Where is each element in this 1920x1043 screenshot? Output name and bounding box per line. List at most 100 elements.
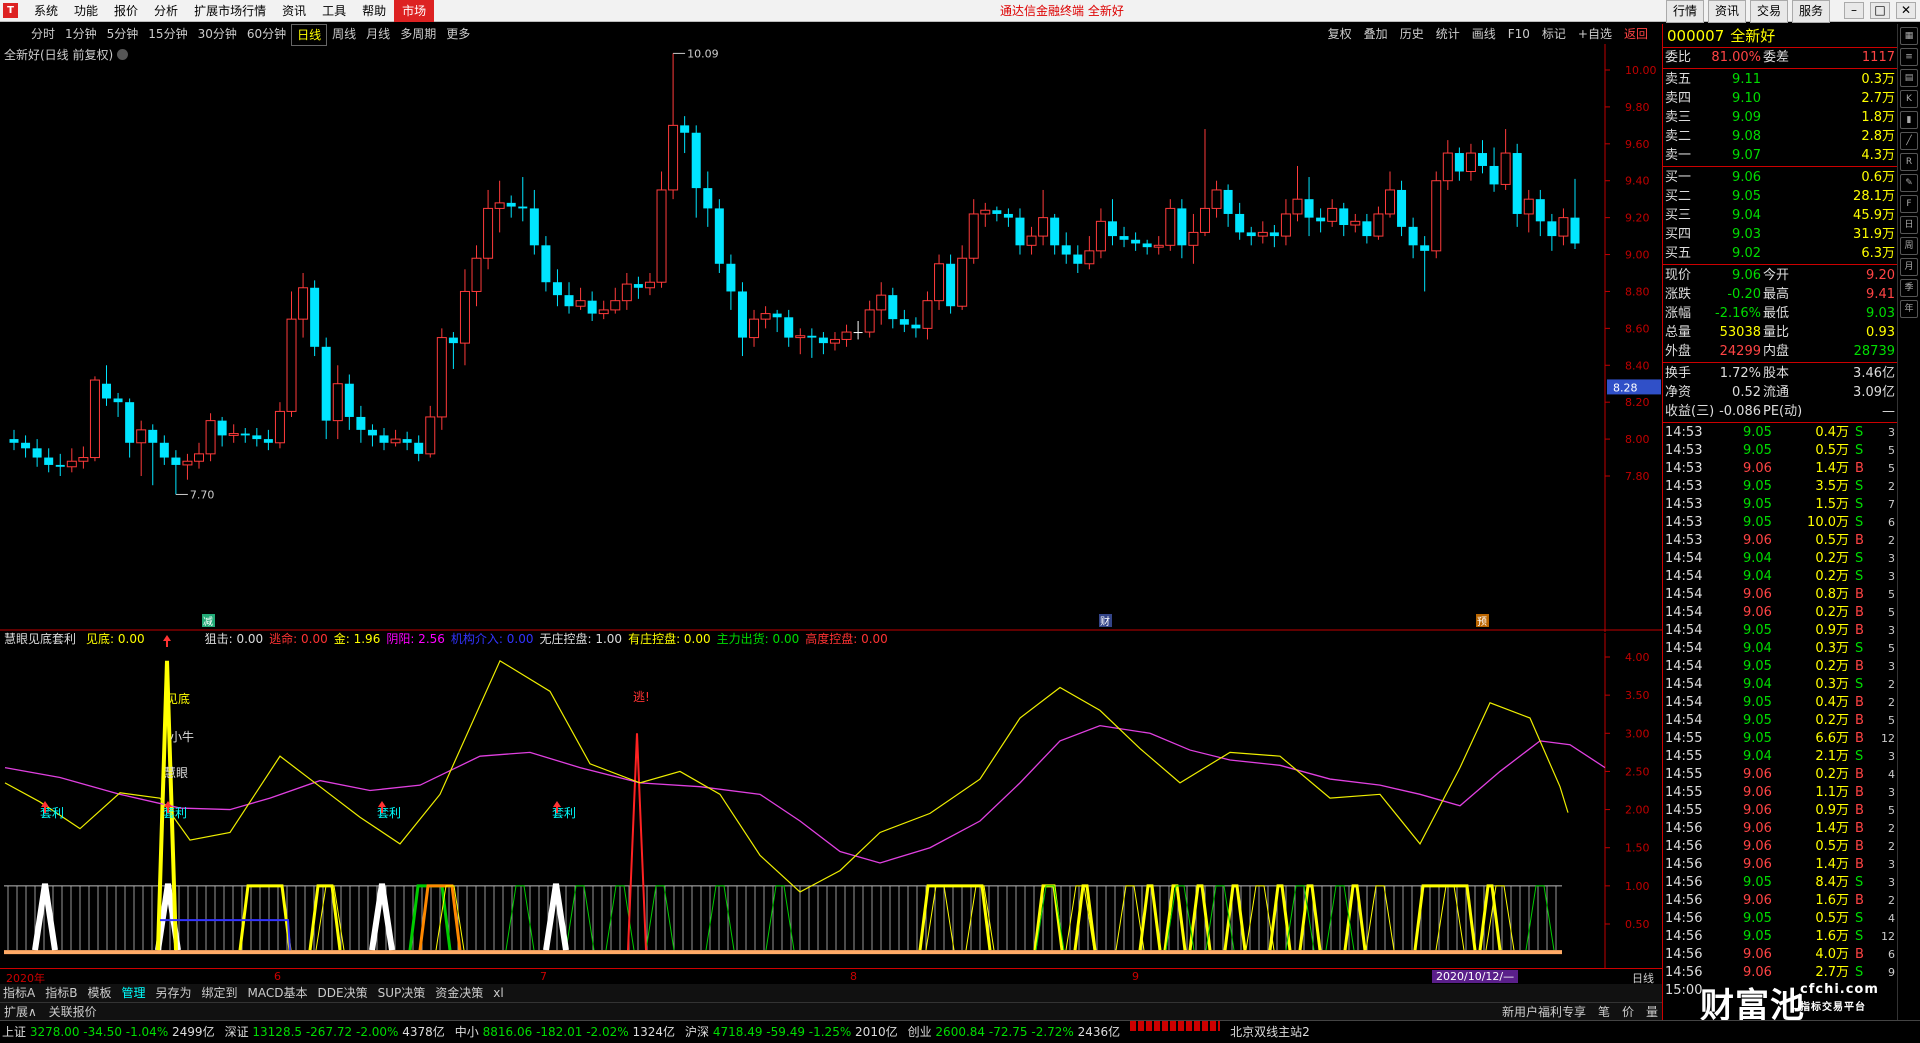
candle [1165,199,1176,251]
period-daily[interactable]: 日线 [291,24,328,46]
settings-dot-icon[interactable] [117,49,129,60]
day-icon[interactable]: 日 [1900,216,1918,234]
period-multi[interactable]: 多周期 [395,24,441,46]
year-icon[interactable]: 年 [1900,300,1918,318]
line-icon[interactable]: ╱ [1900,132,1918,150]
back-button[interactable]: 返回 [1618,24,1654,44]
bid-level[interactable]: 买一 9.06 0.6万 [1663,168,1897,187]
tick-time: 14:54 [1665,551,1703,566]
period-1min[interactable]: 1分钟 [60,24,102,46]
list-icon[interactable]: ≡ [1900,48,1918,66]
tick-volume: 0.2万 [1815,569,1849,584]
tick-volume: 0.2万 [1815,713,1849,728]
tab-dde[interactable]: DDE决策 [315,984,371,1002]
tab-sup[interactable]: SUP决策 [375,984,429,1002]
period-weekly[interactable]: 周线 [327,24,361,46]
fundamental-row-b: 1.72% [1719,366,1761,381]
ask-level[interactable]: 卖四 9.10 2.7万 [1663,89,1897,108]
trade-button[interactable]: 交易 [1749,0,1788,23]
month-icon[interactable]: 月 [1900,258,1918,276]
bid-level[interactable]: 买二 9.05 28.1万 [1663,187,1897,206]
history-button[interactable]: 历史 [1394,24,1430,44]
menu-item-extended-market[interactable]: 扩展市场行情 [186,0,274,22]
server-status[interactable]: 北京双线主站2 [1230,1021,1310,1042]
index-quote[interactable]: 中小 8816.06 -182.01 -2.02% 1324亿 [455,1021,675,1042]
period-60min[interactable]: 60分钟 [242,24,291,46]
menu-item-system[interactable]: 系统 [26,0,66,22]
indicator-chart[interactable]: 4.00 3.50 3.00 2.50 2.00 1.50 1.00 0.50 见底小牛慧眼 逃!… [0,633,1662,983]
period-30min[interactable]: 30分钟 [193,24,242,46]
season-icon[interactable]: 季 [1900,279,1918,297]
f10-button[interactable]: F10 [1502,24,1536,44]
index-quote[interactable]: 创业 2600.84 -72.75 -2.72% 2436亿 [908,1021,1121,1042]
chart-icon[interactable]: ▦ [1900,27,1918,45]
maximize-icon[interactable]: □ [1870,2,1890,19]
expand-button[interactable]: 扩展∧ [0,1005,41,1019]
event-mark[interactable]: 预 [1477,616,1487,628]
bid-level[interactable]: 买四 9.03 31.9万 [1663,225,1897,244]
period-15min[interactable]: 15分钟 [143,24,192,46]
tab-bind-to[interactable]: 绑定到 [199,984,241,1002]
bid-level[interactable]: 买五 9.02 6.3万 [1663,244,1897,263]
linked-quote-button[interactable]: 关联报价 [45,1005,101,1019]
tab-fund[interactable]: 资金决策 [432,984,486,1002]
tab-xl[interactable]: xl [490,984,506,1002]
stats-button[interactable]: 统计 [1430,24,1466,44]
candle [1292,165,1303,222]
index-quote[interactable]: 沪深 4718.49 -59.49 -1.25% 2010亿 [685,1021,898,1042]
close-icon[interactable]: ✕ [1896,2,1916,19]
period-timeshare[interactable]: 分时 [26,24,60,46]
grid-icon[interactable]: ▤ [1900,69,1918,87]
new-user-benefit-link[interactable]: 新用户福利专享 [1498,1003,1590,1021]
bid-level[interactable]: 买三 9.04 45.9万 [1663,206,1897,225]
menu-item-function[interactable]: 功能 [66,0,106,22]
f-icon[interactable]: F [1900,195,1918,213]
tab-template[interactable]: 模板 [84,984,114,1002]
indicator-tick-label: 4.00 [1625,651,1650,664]
rsi-icon[interactable]: R [1900,153,1918,171]
event-mark[interactable]: 财 [1100,615,1110,628]
tab-price[interactable]: 价 [1618,1003,1638,1021]
menu-item-tools[interactable]: 工具 [314,0,354,22]
tab-indicator-b[interactable]: 指标B [42,984,80,1002]
ask-level[interactable]: 卖五 9.11 0.3万 [1663,70,1897,89]
menu-item-market[interactable]: 市场 [394,0,435,22]
menu-item-analysis[interactable]: 分析 [146,0,186,22]
menu-item-help[interactable]: 帮助 [354,0,394,22]
ask-level[interactable]: 卖二 9.08 2.8万 [1663,127,1897,146]
indicator-tick-label: 0.50 [1625,918,1650,931]
ask-level[interactable]: 卖三 9.09 1.8万 [1663,108,1897,127]
adjust-button[interactable]: 复权 [1322,24,1358,44]
event-mark[interactable]: 减 [203,616,213,628]
period-more[interactable]: 更多 [441,24,475,46]
draw-button[interactable]: 画线 [1466,24,1502,44]
quote-button[interactable]: 行情 [1665,0,1704,23]
tab-indicator-a[interactable]: 指标A [0,984,38,1002]
menu-item-quote[interactable]: 报价 [106,0,146,22]
tab-bi[interactable]: 笔 [1594,1003,1614,1021]
tick-list[interactable]: 14:53 9.05 0.4万 S 3 14:53 9.05 0.5万 S 5 14:53 9.06 1… [1663,424,1897,1000]
service-button[interactable]: 服务 [1791,0,1830,23]
k-icon[interactable]: K [1900,90,1918,108]
tab-manage[interactable]: 管理 [118,984,148,1002]
tab-macd[interactable]: MACD基本 [245,984,311,1002]
add-watchlist-button[interactable]: +自选 [1572,24,1618,44]
mark-button[interactable]: 标记 [1536,24,1572,44]
minimize-icon[interactable]: – [1844,2,1864,19]
tick-volume: 4.0万 [1815,947,1849,962]
overlay-button[interactable]: 叠加 [1358,24,1394,44]
pen-icon[interactable]: ✎ [1900,174,1918,192]
week-icon[interactable]: 周 [1900,237,1918,255]
ask-level[interactable]: 卖一 9.07 4.3万 [1663,146,1897,165]
index-quote[interactable]: 上证 3278.00 -34.50 -1.04% 2499亿 [2,1021,215,1042]
info-button[interactable]: 资讯 [1707,0,1746,23]
bar-icon[interactable]: ▮ [1900,111,1918,129]
menu-item-info[interactable]: 资讯 [274,0,314,22]
candlestick-chart[interactable]: 10.00 9.80 9.60 9.40 9.20 9.00 8.80 8.60 8.40 8.2… [0,44,1662,632]
index-quote[interactable]: 深证 13128.5 -267.72 -2.00% 4378亿 [225,1021,445,1042]
tab-save-as[interactable]: 另存为 [152,984,194,1002]
period-monthly[interactable]: 月线 [361,24,395,46]
tick-side: S [1855,911,1864,926]
period-5min[interactable]: 5分钟 [102,24,144,46]
tab-volume[interactable]: 量 [1642,1003,1662,1021]
